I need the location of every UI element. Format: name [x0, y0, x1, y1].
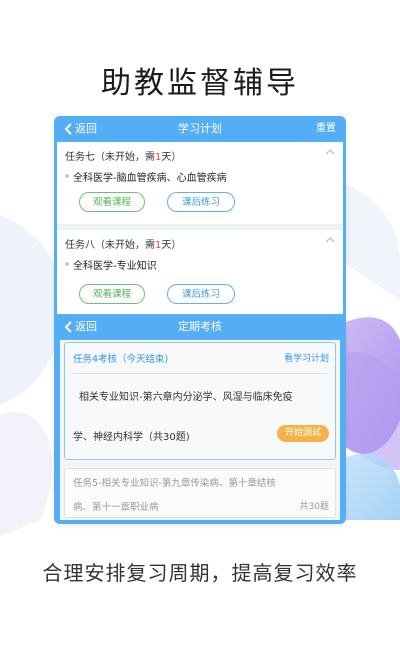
exam-title: 任务4考核（今天结束)	[73, 354, 169, 365]
phone-screenshot: 返回 学习计划 重置 任务七（未开始，需1天） 全科医学-脑血管疾病、心血管疾病…	[54, 116, 346, 524]
divider	[71, 373, 329, 374]
exam-header: 返回 定期考核	[54, 314, 346, 340]
exam-card-active[interactable]: 任务4考核（今天结束) 看学习计划 相关专业知识-第六章内分泌学、风湿与临床免疫…	[64, 342, 336, 460]
bullet-dot	[65, 174, 69, 178]
course-name: 全科医学-专业知识	[73, 261, 157, 272]
exam-description: 病、第十一章职业病	[73, 502, 159, 513]
page-title: 定期考核	[178, 320, 222, 333]
exam-description: 任务5-相关专业知识-第九章传染病、第十章结核	[73, 478, 276, 489]
plan-list: 任务七（未开始，需1天） 全科医学-脑血管疾病、心血管疾病 观看课程 课后练习 …	[57, 142, 343, 314]
practice-button[interactable]: 课后练习	[167, 284, 235, 304]
footline: 合理安排复习周期，提高复习效率	[42, 561, 358, 585]
exam-description: 相关专业知识-第六章内分泌学、风湿与临床免疫	[79, 392, 293, 403]
start-test-button[interactable]: 开始测试	[277, 425, 329, 442]
task-title: 任务八（未开始，需1天）	[65, 240, 182, 251]
watch-course-button[interactable]: 观看课程	[79, 284, 145, 304]
task-card: 任务七（未开始，需1天） 全科医学-脑血管疾病、心血管疾病 观看课程 课后练习	[57, 142, 343, 224]
task-title: 任务七（未开始，需1天）	[65, 152, 182, 163]
exam-list: 任务4考核（今天结束) 看学习计划 相关专业知识-第六章内分泌学、风湿与临床免疫…	[60, 340, 340, 520]
course-name: 全科医学-脑血管疾病、心血管疾病	[73, 173, 227, 184]
exam-description: 学、神经内科学（共30题)	[73, 432, 190, 443]
headline: 助教监督辅导	[101, 66, 299, 101]
watch-course-button[interactable]: 观看课程	[79, 192, 145, 212]
exam-card-inactive[interactable]: 任务5-相关专业知识-第九章传染病、第十章结核 病、第十一章职业病 共30题	[64, 468, 336, 518]
bullet-dot	[65, 262, 69, 266]
reset-button[interactable]: 重置	[316, 116, 336, 142]
question-count: 共30题	[299, 502, 329, 512]
page-title: 学习计划	[178, 122, 222, 135]
view-plan-link[interactable]: 看学习计划	[284, 351, 329, 364]
practice-button[interactable]: 课后练习	[167, 192, 235, 212]
chevron-up-icon[interactable]	[325, 236, 335, 243]
chevron-up-icon[interactable]	[325, 148, 335, 155]
task-card: 任务八（未开始，需1天） 全科医学-专业知识 观看课程 课后练习	[57, 230, 343, 314]
plan-header: 返回 学习计划 重置	[54, 116, 346, 142]
